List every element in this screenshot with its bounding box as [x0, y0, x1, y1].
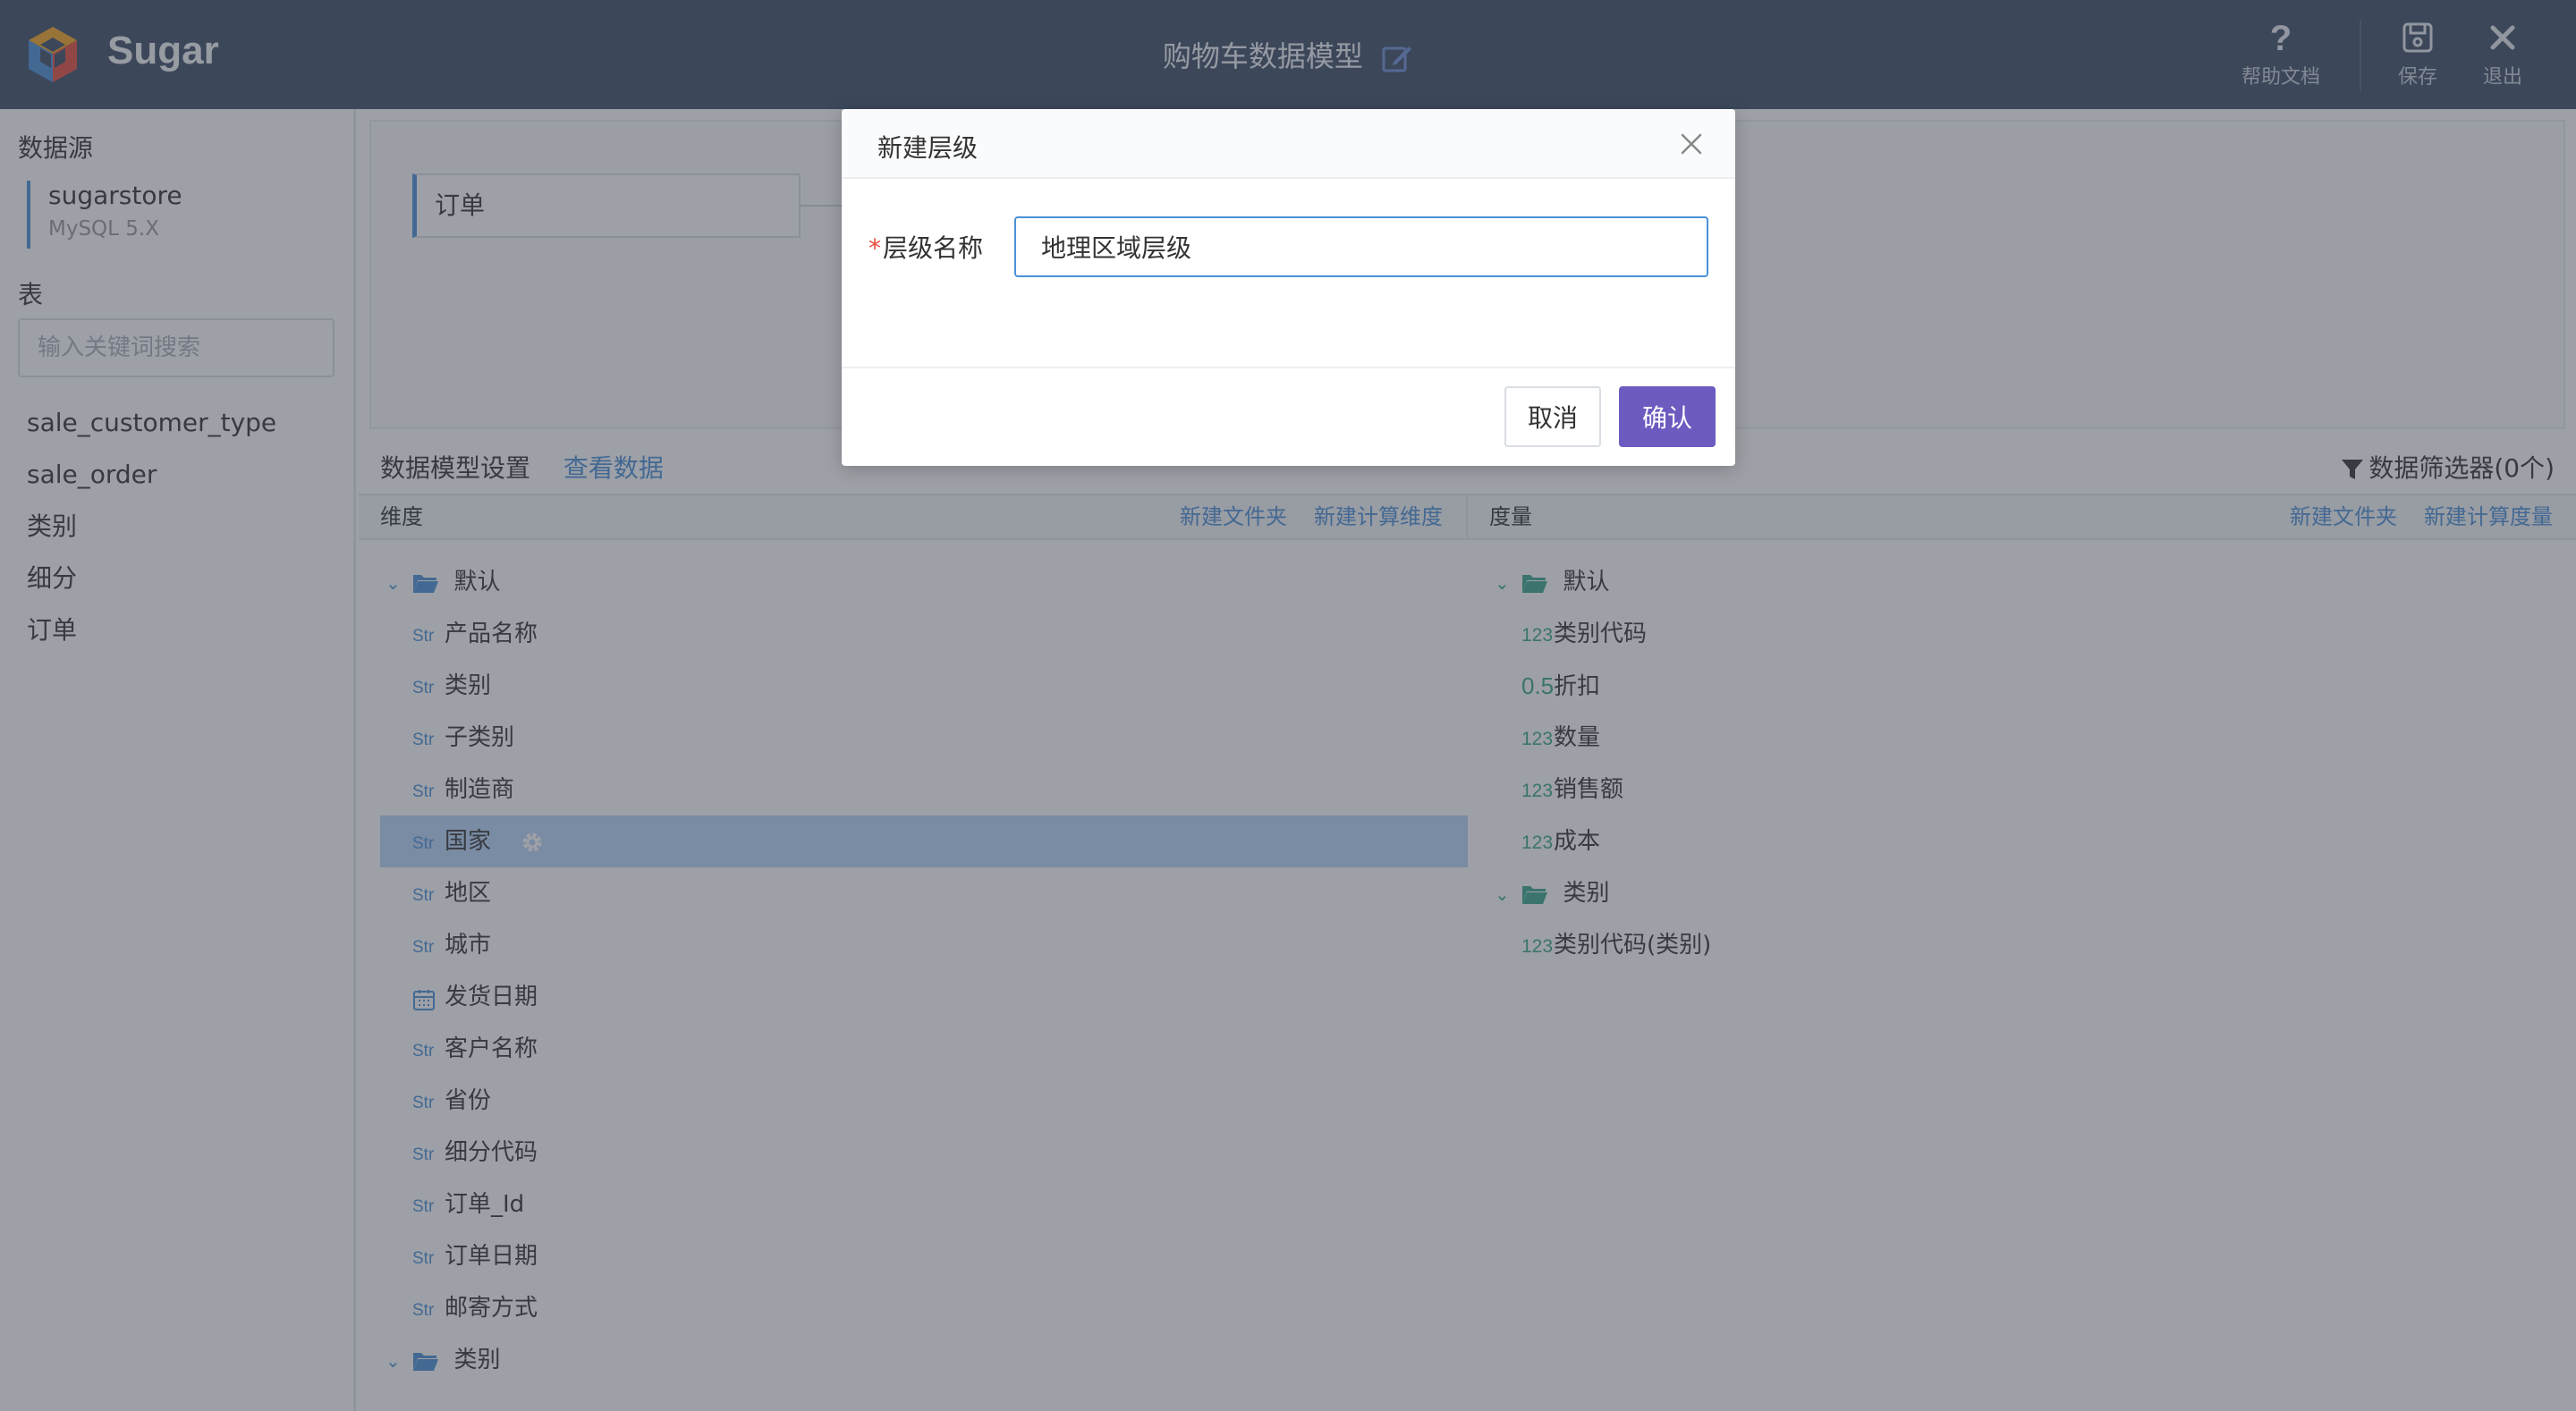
- dialog-title: 新建层级: [877, 133, 979, 163]
- hierarchy-name-label-text: 层级名称: [883, 233, 984, 263]
- dialog-footer-divider: [842, 367, 1735, 368]
- cancel-button[interactable]: 取消: [1504, 386, 1601, 447]
- required-mark: *: [869, 233, 881, 263]
- confirm-button[interactable]: 确认: [1619, 386, 1716, 447]
- dialog-header: 新建层级: [842, 109, 1735, 179]
- new-hierarchy-dialog: 新建层级 *层级名称 取消 确认: [842, 109, 1735, 466]
- hierarchy-name-input[interactable]: [1014, 216, 1708, 277]
- hierarchy-name-label: *层级名称: [869, 229, 983, 265]
- close-icon[interactable]: [1678, 131, 1705, 157]
